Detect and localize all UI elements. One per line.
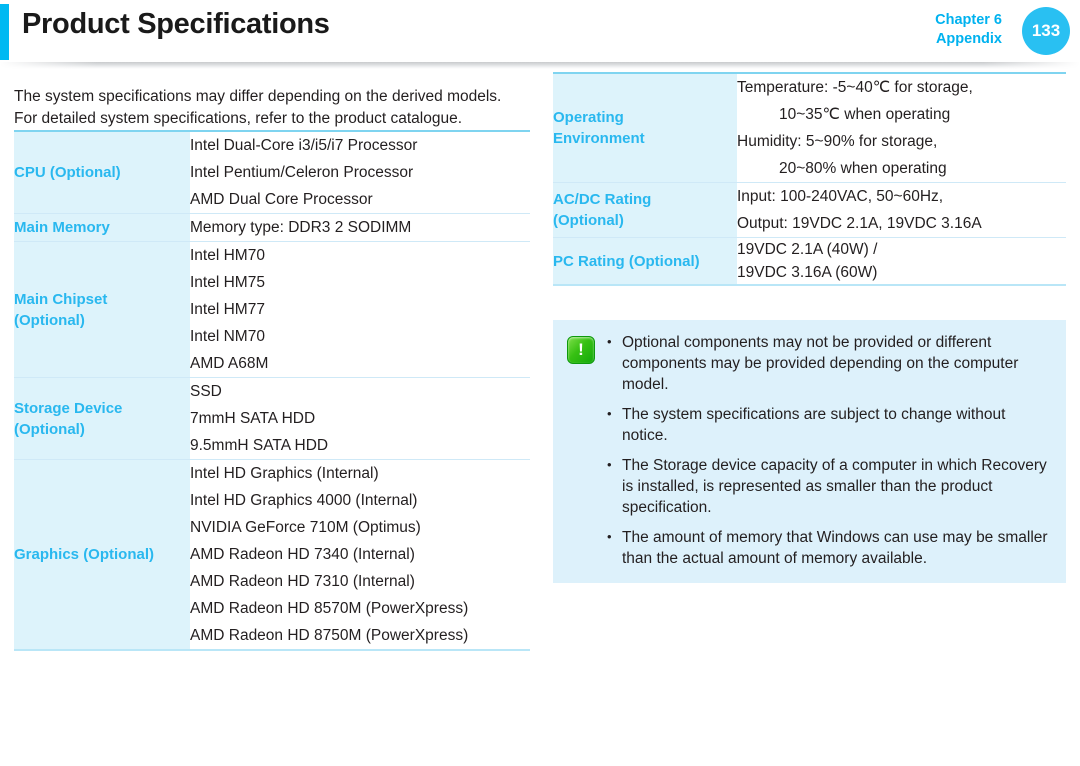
spec-value-line: Intel HM70	[190, 247, 265, 264]
spec-value-line: Intel NM70	[190, 328, 265, 345]
spec-value-line: AMD Radeon HD 7340 (Internal)	[190, 546, 415, 563]
note-item: The Storage device capacity of a compute…	[603, 454, 1052, 518]
left-spec-table-body: CPU (Optional) Intel Dual-Core i3/i5/i7 P…	[14, 131, 530, 650]
exclamation-glyph: !	[578, 340, 584, 359]
table-row: Graphics (Optional) Intel HD Graphics (In…	[14, 459, 530, 650]
spec-value-line: Intel HM75	[190, 274, 265, 291]
chapter-label: Chapter 6	[935, 12, 1002, 28]
intro-line-2: For detailed system specifications, refe…	[14, 110, 463, 127]
table-row: AC/DC Rating (Optional) Input: 100-240VAC,…	[553, 182, 1066, 238]
note-item: Optional components may not be provided …	[603, 331, 1052, 395]
note-item: The system specifications are subject to…	[603, 403, 1052, 446]
spec-value-cell: Intel Dual-Core i3/i5/i7 Processor Intel …	[190, 131, 530, 214]
spec-value-line: Humidity: 5~90% for storage,	[737, 133, 938, 150]
spec-label-line: Graphics (Optional)	[14, 546, 155, 563]
spec-value-line: Intel HD Graphics (Internal)	[190, 465, 379, 482]
left-spec-table: CPU (Optional) Intel Dual-Core i3/i5/i7 P…	[14, 130, 530, 651]
page-title: Product Specifications	[22, 8, 330, 40]
spec-value-line: SSD	[190, 383, 222, 400]
section-label: Appendix	[935, 31, 1002, 47]
spec-value-line: AMD Dual Core Processor	[190, 191, 373, 208]
spec-label-cell: CPU (Optional)	[14, 131, 190, 214]
right-spec-table: Operating Environment Temperature: -5~40℃ …	[553, 72, 1066, 286]
page-number-badge: 133	[1022, 7, 1070, 55]
intro-line-1: The system specifications may differ dep…	[14, 88, 502, 105]
spec-value-line: AMD Radeon HD 7310 (Internal)	[190, 573, 415, 590]
note-list: Optional components may not be provided …	[603, 331, 1052, 569]
spec-value-cell: Input: 100-240VAC, 50~60Hz, Output: 19VDC…	[737, 182, 1066, 238]
spec-value-line: Memory type: DDR3 2 SODIMM	[190, 219, 412, 236]
spec-label-line: CPU (Optional)	[14, 164, 121, 181]
intro-paragraph: The system specifications may differ dep…	[14, 86, 530, 130]
spec-value-line: Intel Dual-Core i3/i5/i7 Processor	[190, 137, 418, 154]
right-spec-table-body: Operating Environment Temperature: -5~40℃ …	[553, 73, 1066, 285]
spec-label-line: Storage Device	[14, 399, 123, 417]
table-row: PC Rating (Optional) 19VDC 2.1A (40W) /19…	[553, 237, 1066, 285]
page-header: Product Specifications Chapter 6 Appendi…	[0, 0, 1080, 69]
table-row: Main Chipset (Optional) Intel HM70 Intel HM…	[14, 241, 530, 378]
spec-value-line: 19VDC 3.16A (60W)	[737, 264, 878, 281]
spec-label-line: Main Chipset	[14, 290, 108, 308]
note-item: The amount of memory that Windows can us…	[603, 526, 1052, 569]
spec-label-cell: AC/DC Rating (Optional)	[553, 182, 737, 238]
left-column: The system specifications may differ dep…	[14, 72, 530, 651]
spec-label-line: (Optional)	[553, 212, 624, 229]
spec-value-line: AMD A68M	[190, 355, 269, 372]
spec-value-cell: Intel HD Graphics (Internal) Intel HD Gra…	[190, 459, 530, 650]
spec-value-line: Intel HM77	[190, 301, 265, 318]
exclamation-icon: !	[567, 336, 595, 364]
spec-value-line: 7mmH SATA HDD	[190, 410, 316, 427]
spec-label-line: Environment	[553, 130, 645, 147]
spec-value-line: Output: 19VDC 2.1A, 19VDC 3.16A	[737, 215, 982, 232]
spec-value-cell: 19VDC 2.1A (40W) / 19VDC 3.16A (60W)	[737, 237, 1066, 285]
table-row: Main Memory Memory type: DDR3 2 SODIMM	[14, 213, 530, 242]
spec-value-line: 20~80% when operating	[779, 160, 947, 177]
spec-label-line: Main Memory	[14, 219, 110, 236]
spec-label-cell: Main Chipset (Optional)	[14, 241, 190, 378]
spec-label-line: (Optional)	[14, 420, 85, 438]
spec-label-line: PC Rating (Optional)	[553, 252, 700, 270]
spec-value-line: 10~35℃ when operating	[779, 106, 951, 123]
spec-label-cell: Main Memory	[14, 213, 190, 242]
spec-label-cell: Operating Environment	[553, 73, 737, 183]
spec-value-line: 19VDC 2.1A (40W) /	[737, 241, 878, 258]
spec-label-line: AC/DC Rating	[553, 191, 652, 208]
spec-label-cell: Graphics (Optional)	[14, 459, 190, 650]
spec-value-line: AMD Radeon HD 8570M (PowerXpress)	[190, 600, 469, 617]
chapter-indicator: Chapter 6 Appendix	[935, 11, 1002, 49]
table-row: CPU (Optional) Intel Dual-Core i3/i5/i7 P…	[14, 131, 530, 214]
spec-value-line: Intel Pentium/Celeron Processor	[190, 164, 414, 181]
spec-label-line: Operating	[553, 109, 624, 126]
table-row: Operating Environment Temperature: -5~40℃ …	[553, 73, 1066, 183]
spec-value-cell: SSD 7mmH SATA HDD 9.5mmH SATA HDD	[190, 377, 530, 460]
spec-value-line: NVIDIA GeForce 710M (Optimus)	[190, 519, 421, 536]
note-box: ! Optional components may not be provide…	[553, 320, 1066, 583]
spec-label-cell: Storage Device (Optional)	[14, 377, 190, 460]
spec-label-line: (Optional)	[14, 311, 85, 329]
spec-value-line: 9.5mmH SATA HDD	[190, 437, 329, 454]
spec-value-line: Intel HD Graphics 4000 (Internal)	[190, 492, 418, 509]
table-row: Storage Device (Optional) SSD 7mmH SATA HDD…	[14, 377, 530, 460]
header-accent-bar	[0, 4, 9, 60]
spec-value-cell: Temperature: -5~40℃ for storage, 10~35℃ w…	[737, 73, 1066, 183]
spec-value-line: Temperature: -5~40℃ for storage,	[737, 79, 973, 96]
right-column: Operating Environment Temperature: -5~40℃ …	[553, 72, 1066, 583]
spec-value-cell: Memory type: DDR3 2 SODIMM	[190, 213, 530, 242]
spec-label-cell: PC Rating (Optional)	[553, 237, 737, 285]
spec-value-cell: Intel HM70 Intel HM75 Intel HM77 Intel NM70…	[190, 241, 530, 378]
spec-value-line: AMD Radeon HD 8750M (PowerXpress)	[190, 627, 469, 644]
header-divider	[0, 62, 1080, 69]
spec-value-line: Input: 100-240VAC, 50~60Hz,	[737, 188, 944, 205]
